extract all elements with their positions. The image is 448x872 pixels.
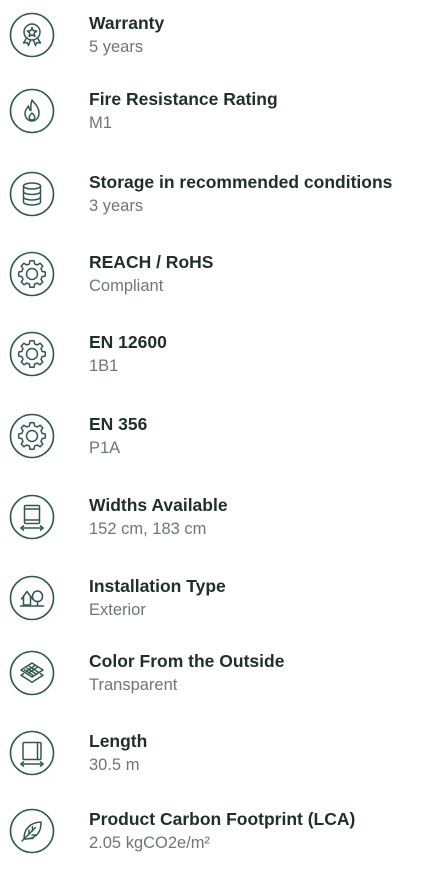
spec-value: 1B1: [89, 357, 119, 375]
spec-title: REACH / RoHS: [89, 252, 214, 272]
spec-title: EN 12600: [89, 332, 167, 352]
layers-icon: [9, 650, 55, 696]
spec-value: 2.05 kgCO2e/m²: [89, 834, 211, 852]
spec-value: 3 years: [89, 197, 144, 215]
spec-item-color-outside: Color From the Outside Transparent: [0, 650, 448, 714]
database-icon: [9, 171, 55, 217]
gear-icon: [9, 331, 55, 377]
spec-title: Widths Available: [89, 495, 228, 515]
spec-item-carbon-footprint: Product Carbon Footprint (LCA) 2.05 kgCO…: [0, 808, 448, 872]
gear-icon: [9, 251, 55, 297]
spec-title: Storage in recommended conditions: [89, 172, 393, 192]
spec-value: M1: [89, 114, 112, 132]
spec-item-fire-resistance: Fire Resistance Rating M1: [0, 88, 448, 152]
spec-title: Installation Type: [89, 576, 226, 596]
spec-title: Fire Resistance Rating: [89, 89, 278, 109]
roll-width-icon: [9, 494, 55, 540]
spec-item-installation: Installation Type Exterior: [0, 575, 448, 639]
spec-value: 5 years: [89, 38, 144, 56]
spec-item-en-356: EN 356 P1A: [0, 413, 448, 477]
spec-item-widths: Widths Available 152 cm, 183 cm: [0, 494, 448, 558]
spec-item-warranty: Warranty 5 years: [0, 12, 448, 76]
spec-item-length: Length 30.5 m: [0, 730, 448, 794]
spec-item-storage: Storage in recommended conditions 3 year…: [0, 171, 448, 235]
spec-title: Color From the Outside: [89, 651, 285, 671]
spec-title: Product Carbon Footprint (LCA): [89, 809, 356, 829]
flame-icon: [9, 88, 55, 134]
spec-value: 152 cm, 183 cm: [89, 520, 207, 538]
roll-length-icon: [9, 730, 55, 776]
award-badge-icon: [9, 12, 55, 58]
spec-value: Compliant: [89, 277, 164, 295]
spec-value: Exterior: [89, 601, 146, 619]
gear-icon: [9, 413, 55, 459]
spec-title: EN 356: [89, 414, 148, 434]
spec-title: Warranty: [89, 13, 165, 33]
spec-item-en-12600: EN 12600 1B1: [0, 331, 448, 395]
tree-house-icon: [9, 575, 55, 621]
spec-value: P1A: [89, 439, 121, 457]
spec-value: 30.5 m: [89, 756, 140, 774]
spec-item-reach-rohs: REACH / RoHS Compliant: [0, 251, 448, 315]
spec-title: Length: [89, 731, 148, 751]
spec-value: Transparent: [89, 676, 178, 694]
leaf-icon: [9, 808, 55, 854]
